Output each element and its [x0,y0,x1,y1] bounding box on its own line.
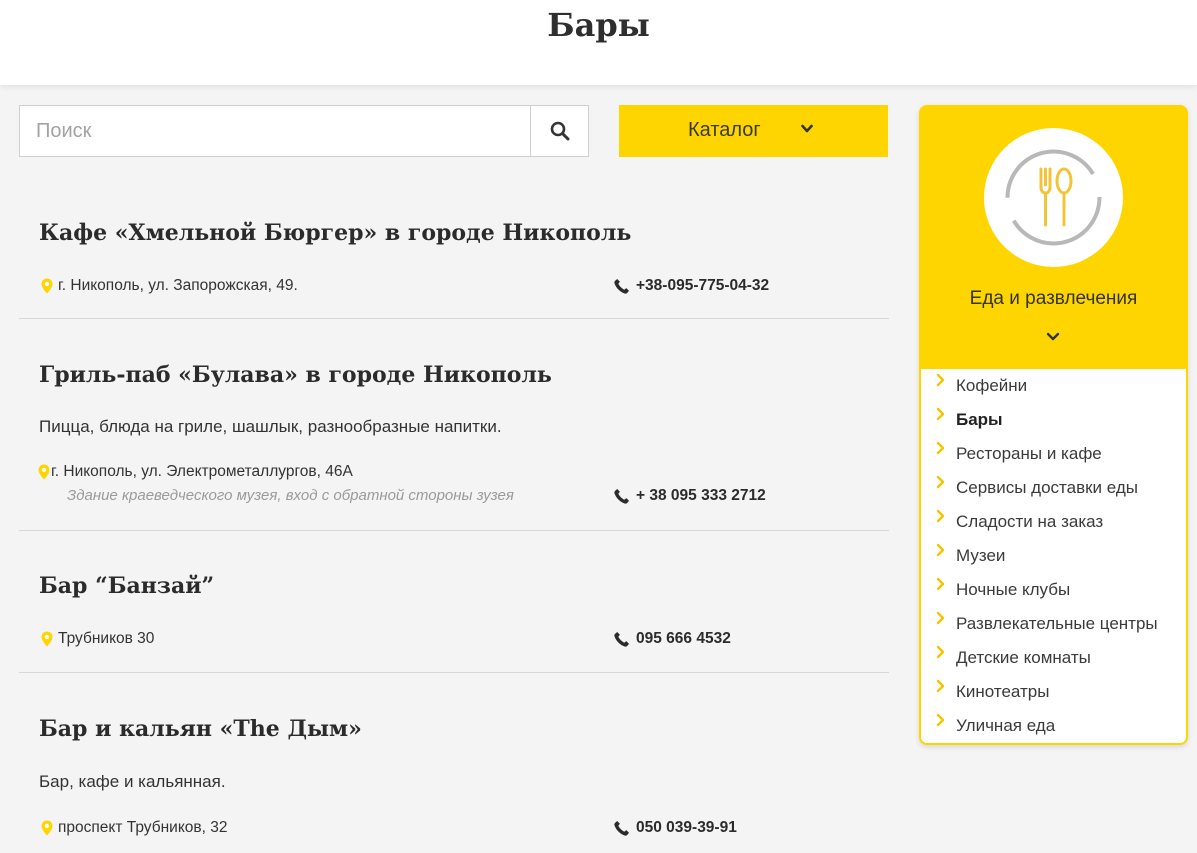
chevron-right-icon [936,509,945,523]
sidebar-item-label: Уличная еда [956,716,1056,735]
search-bar [19,105,589,157]
sidebar-item[interactable]: Кофейни [921,369,1186,403]
sidebar-item[interactable]: Детские комнаты [921,641,1186,675]
phone-icon [614,279,629,294]
listing-card: Бар и кальян «The Дым» Бар, кафе и калья… [39,716,737,836]
chevron-right-icon [936,475,945,489]
map-pin-icon [41,820,53,836]
category-name[interactable]: Еда и развлечения [919,288,1188,310]
sidebar-item[interactable]: Музеи [921,539,1186,573]
chevron-right-icon [936,441,945,455]
chevron-right-icon [936,611,945,625]
sidebar-item[interactable]: Рестораны и кафе [921,437,1186,471]
sidebar-item[interactable]: Ночные клубы [921,573,1186,607]
listing-description: Бар, кафе и кальянная. [39,772,226,791]
map-pin-icon [38,464,50,480]
phone-icon [614,821,629,836]
chevron-right-icon [936,713,945,727]
listing-list: Кафе «Хмельной Бюргер» в городе Никополь… [19,178,889,853]
sidebar-item-label: Ночные клубы [956,580,1071,599]
sidebar-item[interactable]: Кинотеатры [921,675,1186,709]
listing-card: Бар “Банзай” Трубников 30 095 666 4532 [19,531,889,673]
chevron-right-icon [936,679,945,693]
listing-title[interactable]: Бар и кальян «The Дым» [39,716,362,742]
category-sidebar: Еда и развлечения Кофейни Бары Рестораны и… [919,105,1188,745]
sidebar-item-label: Музеи [956,546,1006,565]
sidebar-item-label: Кофейни [956,376,1028,395]
chevron-down-icon [801,124,813,133]
sidebar-item-label: Детские комнаты [956,648,1091,667]
sidebar-item[interactable]: Бары [921,403,1186,437]
chevron-right-icon [936,577,945,591]
map-pin-icon [41,278,53,294]
sidebar-item-label: Сладости на заказ [956,512,1104,531]
sidebar-item-label: Бары [956,410,1003,429]
chevron-right-icon [936,373,945,387]
cutlery-icon [1005,149,1102,246]
sidebar-item[interactable]: Развлекательные центры [921,607,1186,641]
listing-description: Пицца, блюда на гриле, шашлык, разнообра… [39,417,502,436]
chevron-right-icon [936,543,945,557]
sidebar-item-label: Кинотеатры [956,682,1050,701]
map-pin-icon [41,631,53,647]
catalog-button[interactable]: Каталог [619,105,888,157]
sidebar-item[interactable]: Сервисы доставки еды [921,471,1186,505]
search-button[interactable] [530,106,588,156]
listing-note: Здание краеведческого музея, вход с обра… [67,487,514,504]
search-input[interactable] [20,106,530,156]
page-header: Бары [0,0,1197,85]
listing-card: Кафе «Хмельной Бюргер» в городе Никополь… [19,178,889,319]
sidebar-item[interactable]: Уличная еда [921,709,1186,743]
listing-title[interactable]: Кафе «Хмельной Бюргер» в городе Никополь [39,220,631,246]
page-title: Бары [547,6,650,44]
chevron-down-icon[interactable] [1046,332,1060,342]
category-list: Кофейни Бары Рестораны и кафе Сервисы доста… [921,369,1186,743]
category-badge [984,128,1123,267]
catalog-label: Каталог [688,119,761,141]
chevron-right-icon [936,407,945,421]
listing-title[interactable]: Бар “Банзай” [39,573,214,599]
listing-title[interactable]: Гриль-паб «Булава» в городе Никополь [39,362,552,388]
sidebar-item-label: Рестораны и кафе [956,444,1102,463]
sidebar-item[interactable]: Сладости на заказ [921,505,1186,539]
listing-card: Гриль-паб «Булава» в городе Никополь Пиц… [19,319,889,531]
sidebar-item-label: Развлекательные центры [956,614,1158,633]
search-icon [550,121,570,141]
phone-icon [614,632,629,647]
sidebar-item-label: Сервисы доставки еды [956,478,1138,497]
phone-icon [614,489,629,504]
chevron-right-icon [936,645,945,659]
